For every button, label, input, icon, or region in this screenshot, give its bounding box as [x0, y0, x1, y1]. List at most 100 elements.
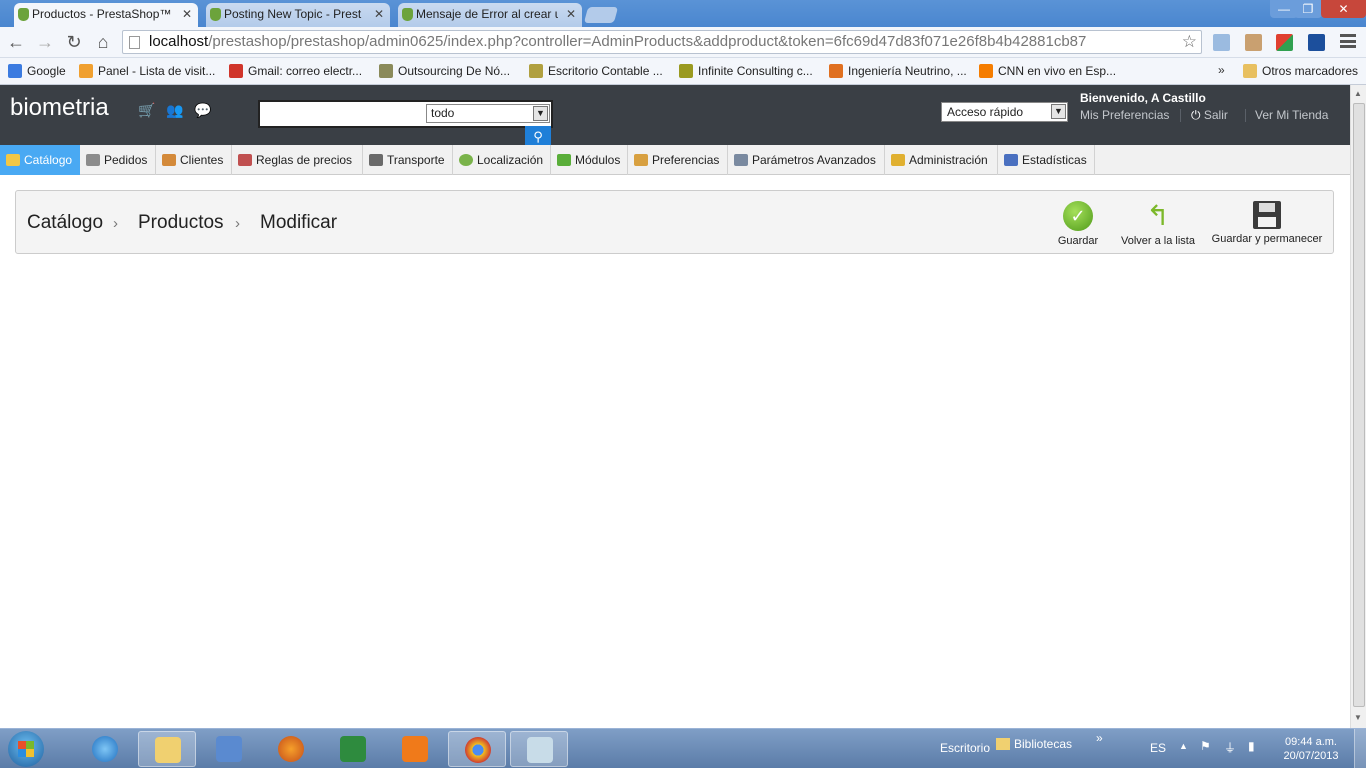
new-tab-button[interactable] — [583, 7, 619, 23]
tray-expand-icon[interactable]: ▲ — [1179, 741, 1188, 751]
scrollbar-thumb[interactable] — [1353, 103, 1365, 707]
desktop-toolbar[interactable]: Escritorio — [940, 741, 990, 755]
preferences-icon — [634, 154, 648, 166]
maximize-icon[interactable]: ❐ — [1294, 0, 1322, 18]
extension-icon[interactable] — [1213, 34, 1230, 51]
bookmark-outsourcing[interactable]: Outsourcing De Nó... — [379, 63, 510, 79]
bookmark-panel[interactable]: Panel - Lista de visit... — [79, 63, 215, 79]
escritorio-icon — [529, 64, 543, 78]
browser-tab-mensaje[interactable]: Mensaje de Error al crear u ✕ — [398, 3, 582, 27]
wrench-icon — [734, 154, 748, 166]
google-icon — [8, 64, 22, 78]
save-button[interactable]: ✓ Guardar — [1056, 201, 1100, 247]
url-text[interactable]: localhost/prestashop/prestashop/admin062… — [149, 33, 1086, 51]
show-desktop-button[interactable] — [1354, 729, 1366, 768]
bookmark-infinite[interactable]: Infinite Consulting c... — [679, 63, 813, 79]
taskbar-notes[interactable] — [510, 731, 568, 767]
shop-name[interactable]: biometria — [10, 94, 109, 122]
chevron-right-icon: › — [113, 215, 118, 232]
home-icon[interactable]: ⌂ — [93, 32, 113, 52]
tab-catalogo[interactable]: Catálogo — [0, 145, 80, 175]
return-arrow-icon: ↰ — [1146, 200, 1170, 231]
bookmark-escritorio[interactable]: Escritorio Contable ... — [529, 63, 663, 79]
bookmark-gmail[interactable]: Gmail: correo electr... — [229, 63, 362, 79]
window-close-icon[interactable]: ✕ — [1321, 0, 1366, 18]
notes-icon — [527, 737, 553, 763]
extension-icon[interactable] — [1245, 34, 1262, 51]
breadcrumb-productos[interactable]: Productos — [138, 212, 224, 234]
tab-close-icon[interactable]: ✕ — [374, 3, 384, 25]
tab-close-icon[interactable]: ✕ — [566, 3, 576, 25]
language-indicator[interactable]: ES — [1150, 741, 1166, 755]
tab-clientes[interactable]: Clientes — [156, 145, 232, 175]
tab-modulos[interactable]: Módulos — [551, 145, 628, 175]
view-shop-link[interactable]: Ver Mi Tienda — [1255, 108, 1328, 122]
tab-estadisticas[interactable]: Estadísticas — [998, 145, 1095, 175]
gmail-icon — [229, 64, 243, 78]
browser-tab-posting[interactable]: Posting New Topic - Prest ✕ — [206, 3, 390, 27]
logout-link[interactable]: ⏻ Salir — [1191, 108, 1228, 123]
clock-time: 09:44 a.m. — [1285, 736, 1337, 748]
bookmark-neutrino[interactable]: Ingeniería Neutrino, ... — [829, 63, 967, 79]
my-preferences-link[interactable]: Mis Preferencias — [1080, 108, 1169, 122]
extension-icon[interactable] — [1276, 34, 1293, 51]
bookmark-star-icon[interactable]: ☆ — [1182, 32, 1197, 52]
taskbar-excel[interactable] — [324, 731, 382, 767]
breadcrumb-catalogo[interactable]: Catálogo — [27, 212, 103, 234]
tab-administracion[interactable]: Administración — [885, 145, 998, 175]
taskbar-chrome[interactable] — [448, 731, 506, 767]
tab-localizacion[interactable]: Localización — [453, 145, 551, 175]
bookmarks-more-button[interactable]: » — [1218, 63, 1225, 77]
scroll-down-icon[interactable]: ▼ — [1354, 713, 1362, 722]
excel-icon — [340, 736, 366, 762]
other-bookmarks[interactable]: Otros marcadores — [1243, 63, 1358, 79]
tab-preferencias[interactable]: Preferencias — [628, 145, 728, 175]
tab-reglas-precios[interactable]: Reglas de precios — [232, 145, 363, 175]
chevron-right-icon: › — [235, 215, 240, 232]
tab-strip: Productos - PrestaShop™ ✕ Posting New To… — [0, 0, 1366, 27]
taskbar-explorer[interactable] — [138, 731, 196, 767]
reload-icon[interactable]: ↻ — [64, 32, 84, 52]
page-icon — [129, 36, 140, 49]
customers-icon[interactable]: 👥 — [166, 102, 183, 119]
toolbar-expand-icon[interactable]: » — [1096, 731, 1103, 745]
tab-close-icon[interactable]: ✕ — [182, 3, 192, 25]
search-scope-select[interactable]: todo ▼ — [426, 104, 550, 123]
back-arrow-icon[interactable]: ← — [6, 32, 26, 52]
taskbar-ie[interactable] — [76, 731, 134, 767]
quick-access-select[interactable]: Acceso rápido ▼ — [941, 102, 1068, 122]
network-signal-icon[interactable]: ▮ — [1248, 739, 1255, 753]
messages-icon[interactable]: 💬 — [194, 102, 211, 119]
tab-pedidos[interactable]: Pedidos — [80, 145, 156, 175]
taskbar-firefox[interactable] — [262, 731, 320, 767]
power-plug-icon[interactable]: ⏚ — [1224, 739, 1236, 756]
vertical-scrollbar[interactable]: ▲ ▼ — [1350, 85, 1366, 728]
orders-cart-icon[interactable]: 🛒 — [138, 102, 155, 119]
bookmark-google[interactable]: Google — [8, 63, 66, 79]
address-bar[interactable]: localhost/prestashop/prestashop/admin062… — [122, 30, 1202, 54]
system-clock[interactable]: 09:44 a.m. 20/07/2013 — [1280, 735, 1342, 763]
browser-tab-productos[interactable]: Productos - PrestaShop™ ✕ — [14, 3, 198, 27]
file-explorer-icon — [155, 737, 181, 763]
start-button[interactable] — [8, 731, 44, 767]
back-to-list-button[interactable]: ↰ Volver a la lista — [1118, 200, 1198, 248]
tab-transporte[interactable]: Transporte — [363, 145, 453, 175]
tab-parametros-avanzados[interactable]: Parámetros Avanzados — [728, 145, 885, 175]
forward-arrow-icon[interactable]: → — [35, 32, 55, 52]
scroll-up-icon[interactable]: ▲ — [1354, 89, 1362, 98]
taskbar-xampp[interactable] — [386, 731, 444, 767]
libraries-toolbar[interactable]: Bibliotecas — [996, 737, 1072, 751]
checkmark-icon: ✓ — [1063, 201, 1093, 231]
browser-menu-icon[interactable] — [1340, 34, 1356, 48]
prestashop-favicon-icon — [402, 8, 413, 21]
bookmark-cnn[interactable]: CNN en vivo en Esp... — [979, 63, 1116, 79]
prestashop-favicon-icon — [210, 8, 221, 21]
action-center-flag-icon[interactable]: ⚑ — [1200, 739, 1211, 753]
browser-toolbar: ← → ↻ ⌂ localhost/prestashop/prestashop/… — [0, 27, 1366, 58]
taskbar-media[interactable] — [200, 731, 258, 767]
extension-icon[interactable] — [1308, 34, 1325, 51]
folder-icon — [1243, 64, 1257, 78]
user-icon — [162, 154, 176, 166]
save-and-stay-button[interactable]: Guardar y permanecer — [1210, 201, 1324, 245]
browser-window: Productos - PrestaShop™ ✕ Posting New To… — [0, 0, 1366, 768]
